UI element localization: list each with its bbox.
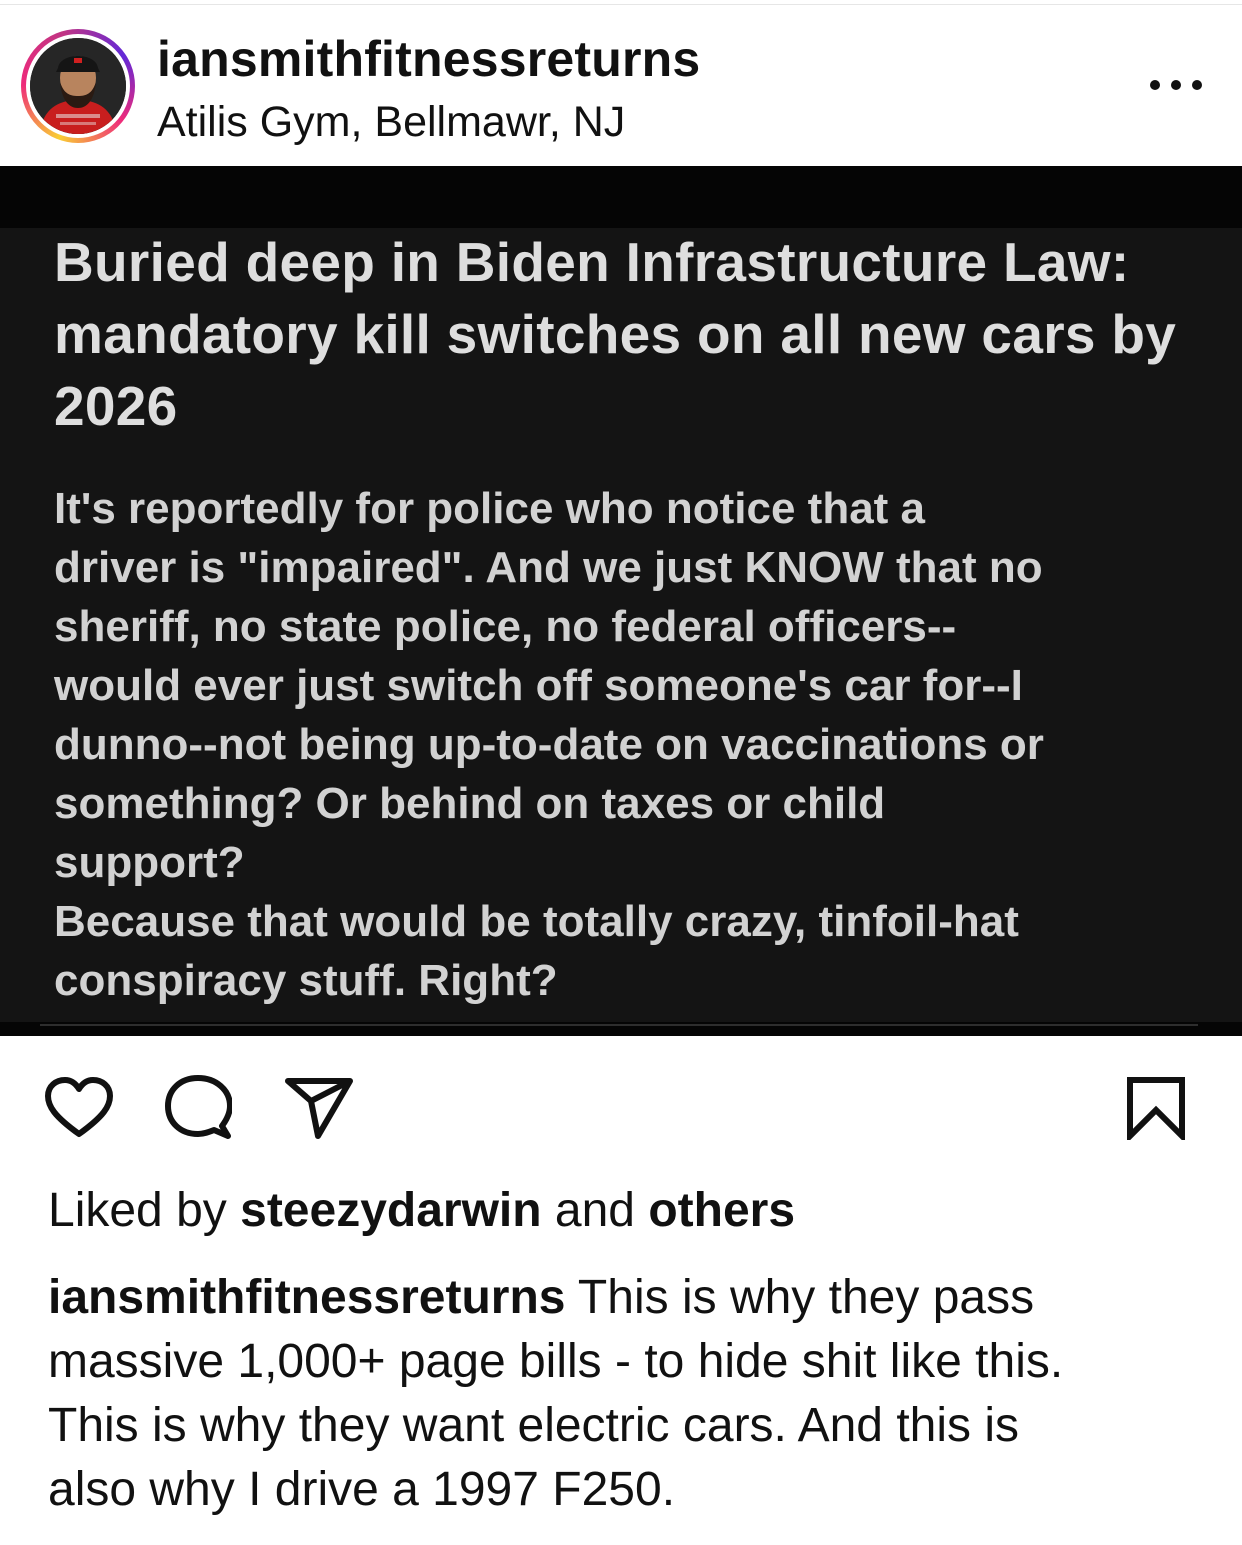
heart-icon[interactable] (44, 1076, 114, 1140)
image-body-line: It's reportedly for police who notice th… (54, 484, 926, 533)
image-headline: Buried deep in Biden Infrastructure Law:… (54, 231, 1177, 437)
action-bar (0, 1036, 1242, 1176)
image-body-text: It's reportedly for police who notice th… (54, 479, 1224, 1010)
image-body-line: sheriff, no state police, no federal off… (54, 602, 957, 651)
image-body-line: Because that would be totally crazy, tin… (54, 897, 1019, 946)
send-icon[interactable] (284, 1076, 354, 1140)
image-body-line: support? (54, 838, 245, 887)
image-body-line: dunno--not being up-to-date on vaccinati… (54, 720, 1044, 769)
caption-line: massive 1,000+ page bills - to hide shit… (48, 1335, 1064, 1388)
image-divider (40, 1024, 1198, 1026)
caption-username[interactable]: iansmithfitnessreturns (48, 1271, 565, 1324)
likes-summary[interactable]: Liked by steezydarwin and others (48, 1183, 795, 1238)
image-body-line: driver is "impaired". And we just KNOW t… (54, 543, 1043, 592)
ellipsis-icon[interactable] (1150, 70, 1202, 100)
image-body-line: conspiracy stuff. Right? (54, 956, 558, 1005)
likes-middle: and (541, 1184, 649, 1237)
liked-by-user[interactable]: steezydarwin (240, 1184, 541, 1237)
post-caption: iansmithfitnessreturns This is why they … (48, 1266, 1218, 1522)
caption-line: This is why they want electric cars. And… (48, 1399, 1020, 1452)
likes-prefix: Liked by (48, 1184, 241, 1237)
post-header: iansmithfitnessreturns Atilis Gym, Bellm… (0, 0, 1242, 166)
caption-text: This is why they pass (565, 1271, 1035, 1324)
avatar[interactable] (21, 29, 135, 143)
post-location[interactable]: Atilis Gym, Bellmawr, NJ (157, 98, 625, 147)
image-body-line: something? Or behind on taxes or child (54, 779, 886, 828)
post-image[interactable]: Buried deep in Biden Infrastructure Law:… (0, 166, 1242, 1036)
comment-icon[interactable] (164, 1074, 232, 1142)
bookmark-icon[interactable] (1126, 1076, 1186, 1140)
image-body-line: would ever just switch off someone's car… (54, 661, 1023, 710)
likes-others[interactable]: others (648, 1184, 795, 1237)
caption-line: also why I drive a 1997 F250. (48, 1463, 676, 1516)
post-username[interactable]: iansmithfitnessreturns (157, 30, 700, 88)
avatar-photo (30, 38, 126, 134)
